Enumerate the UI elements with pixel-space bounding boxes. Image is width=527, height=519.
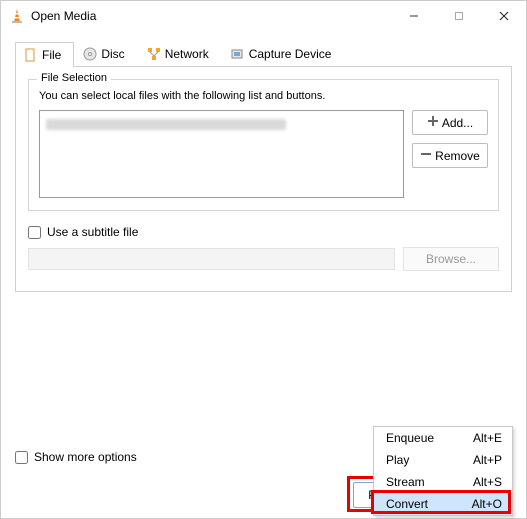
file-panel: File Selection You can select local file… [15,67,512,292]
file-icon [24,48,38,62]
file-list-item [46,119,286,130]
file-selection-legend: File Selection [37,72,111,84]
subtitle-path-input [28,248,395,270]
subtitle-browse-label: Browse... [426,252,476,266]
menu-item-label: Enqueue [386,431,434,445]
disc-icon [83,47,97,61]
remove-button-label: Remove [435,149,480,163]
tab-file-label: File [42,48,61,62]
play-dropdown-menu: Enqueue Alt+E Play Alt+P Stream Alt+S Co… [373,426,513,516]
menu-item-play[interactable]: Play Alt+P [374,449,512,471]
subtitle-browse-button: Browse... [403,247,499,271]
minimize-button[interactable] [391,1,436,31]
maximize-button[interactable] [436,1,481,31]
tab-capture-label: Capture Device [249,47,332,61]
tab-network[interactable]: Network [138,41,222,66]
add-button[interactable]: Add... [412,110,488,135]
vlc-cone-icon [9,8,25,24]
minus-icon [420,148,432,163]
menu-item-label: Play [386,453,409,467]
menu-item-shortcut: Alt+O [472,497,502,511]
menu-item-label: Convert [386,497,428,511]
titlebar: Open Media [1,1,526,31]
network-icon [147,47,161,61]
remove-button[interactable]: Remove [412,143,488,168]
menu-item-enqueue[interactable]: Enqueue Alt+E [374,427,512,449]
menu-item-stream[interactable]: Stream Alt+S [374,471,512,493]
open-media-window: Open Media File Disc Network Capture Dev [0,0,527,519]
show-more-label: Show more options [34,450,137,464]
tab-bar: File Disc Network Capture Device [15,41,512,67]
menu-item-label: Stream [386,475,425,489]
menu-item-shortcut: Alt+E [473,431,502,445]
window-title: Open Media [31,9,391,23]
add-button-label: Add... [442,116,473,130]
subtitle-checkbox[interactable] [28,226,41,239]
tab-network-label: Network [165,47,209,61]
menu-item-shortcut: Alt+P [473,453,502,467]
subtitle-label: Use a subtitle file [47,225,138,239]
file-selection-help: You can select local files with the foll… [39,90,488,102]
file-list[interactable] [39,110,404,198]
tab-disc[interactable]: Disc [74,41,137,66]
file-selection-group: File Selection You can select local file… [28,79,499,211]
tab-file[interactable]: File [15,42,74,67]
close-button[interactable] [481,1,526,31]
menu-item-convert[interactable]: Convert Alt+O [374,493,512,515]
menu-item-shortcut: Alt+S [473,475,502,489]
show-more-checkbox[interactable] [15,451,28,464]
capture-icon [231,47,245,61]
plus-icon [427,115,439,130]
tab-capture[interactable]: Capture Device [222,41,345,66]
tab-disc-label: Disc [101,47,124,61]
